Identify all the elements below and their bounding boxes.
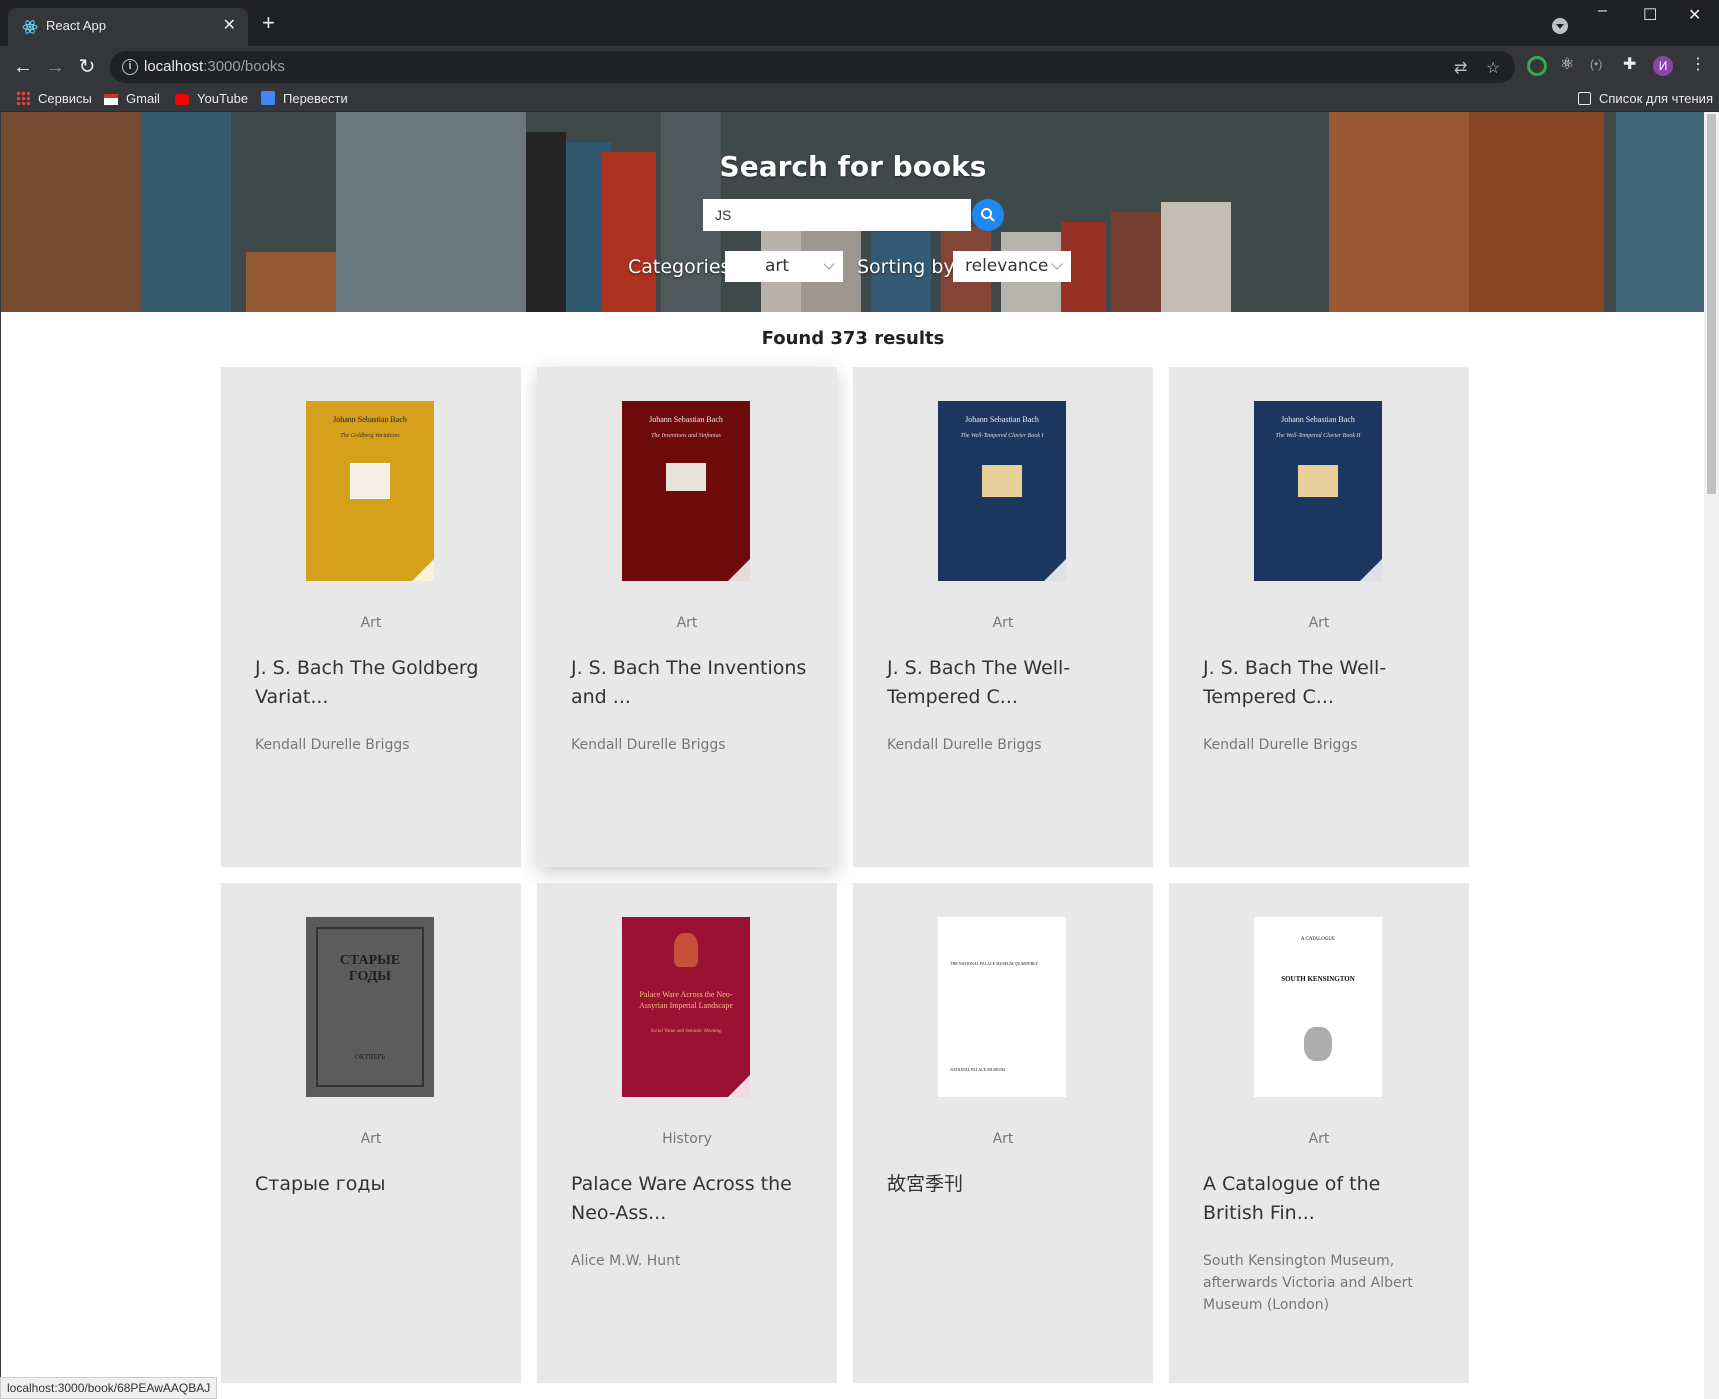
book-author: Kendall Durelle Briggs: [255, 737, 410, 753]
address-bar[interactable]: i localhost:3000/books ⇄ ☆: [110, 51, 1515, 83]
book-card[interactable]: Johann Sebastian Bach The Goldberg Varia…: [221, 367, 521, 867]
hero-banner: Search for books Categories art Sorting …: [1, 112, 1704, 312]
gmail-icon: [104, 94, 118, 105]
book-cover: Palace Ware Across the Neo-Assyrian Impe…: [622, 917, 750, 1097]
book-author: Alice M.W. Hunt: [571, 1253, 681, 1269]
browser-toolbar: ← → ↻ i localhost:3000/books ⇄ ☆ ⚛ (•) ✚…: [0, 46, 1719, 88]
profile-avatar[interactable]: И: [1653, 56, 1673, 76]
bookmark-youtube[interactable]: YouTube: [175, 91, 248, 106]
book-card[interactable]: Johann Sebastian Bach The Inventions and…: [537, 367, 837, 867]
sorting-label: Sorting by: [857, 256, 955, 278]
page-content: Search for books Categories art Sorting …: [0, 112, 1704, 1399]
book-category: Art: [1308, 615, 1330, 631]
book-cover: СТАРЫЕ ГОДЫ ОКТЯБРЬ: [306, 917, 434, 1097]
results-count: Found 373 results: [761, 328, 945, 349]
book-author: Kendall Durelle Briggs: [571, 737, 726, 753]
maximize-icon[interactable]: ☐: [1643, 5, 1657, 25]
book-card[interactable]: СТАРЫЕ ГОДЫ ОКТЯБРЬ Art Старые годы: [221, 883, 521, 1383]
book-title: J. S. Bach The Well-Tempered C...: [887, 657, 1071, 708]
book-title: Старые годы: [255, 1173, 386, 1195]
page-scrollbar[interactable]: [1704, 112, 1719, 1399]
menu-kebab-icon[interactable]: ⋮: [1690, 54, 1710, 74]
bookmark-services[interactable]: Сервисы: [16, 91, 92, 106]
reading-list-icon: [1578, 92, 1591, 105]
book-cover: Johann Sebastian Bach The Goldberg Varia…: [306, 401, 434, 581]
book-card[interactable]: Palace Ware Across the Neo-Assyrian Impe…: [537, 883, 837, 1383]
book-title: 故宮季刊: [887, 1173, 964, 1195]
close-tab-icon[interactable]: ✕: [223, 16, 236, 36]
book-category: History: [662, 1131, 712, 1147]
translate-page-icon[interactable]: ⇄: [1454, 58, 1467, 78]
book-title: Palace Ware Across the Neo-Ass...: [571, 1173, 792, 1224]
book-cover: Johann Sebastian Bach The Inventions and…: [622, 401, 750, 581]
chevron-down-icon: [823, 258, 835, 270]
close-window-icon[interactable]: ✕: [1688, 5, 1701, 25]
book-author: Kendall Durelle Briggs: [887, 737, 1042, 753]
book-card[interactable]: Johann Sebastian Bach The Well-Tempered …: [1169, 367, 1469, 867]
book-card[interactable]: A CATALOGUE SOUTH KENSINGTON Art A Catal…: [1169, 883, 1469, 1383]
extension-react-icon[interactable]: ⚛: [1560, 54, 1580, 74]
sorting-select[interactable]: relevance: [953, 251, 1071, 282]
tab-react-app[interactable]: React App ✕: [8, 8, 248, 46]
book-card[interactable]: Johann Sebastian Bach The Well-Tempered …: [853, 367, 1153, 867]
book-cover: A CATALOGUE SOUTH KENSINGTON: [1254, 917, 1382, 1097]
search-input[interactable]: [703, 199, 971, 231]
book-cover: Johann Sebastian Bach The Well-Tempered …: [938, 401, 1066, 581]
bookmarks-bar: Сервисы Gmail YouTube Перевести Список д…: [0, 88, 1719, 112]
extensions-puzzle-icon[interactable]: ✚: [1623, 54, 1643, 74]
reading-list[interactable]: Список для чтения: [1578, 91, 1713, 106]
tab-strip: React App ✕ + – ☐ ✕: [0, 0, 1719, 46]
browser-window: React App ✕ + – ☐ ✕ ← → ↻ i localhost:30…: [0, 0, 1719, 1399]
book-category: Art: [992, 1131, 1014, 1147]
minimize-icon[interactable]: –: [1598, 2, 1607, 20]
bookmark-gmail[interactable]: Gmail: [104, 91, 160, 106]
scrollbar-thumb[interactable]: [1707, 114, 1716, 494]
status-bar-url: localhost:3000/book/68PEAwAAQBAJ: [0, 1377, 218, 1399]
search-icon: [981, 208, 995, 222]
page-title: Search for books: [719, 150, 987, 183]
reload-icon[interactable]: ↻: [74, 54, 100, 80]
category-value: art: [765, 256, 790, 276]
bookmark-translate[interactable]: Перевести: [261, 91, 348, 106]
book-author: South Kensington Museum, afterwards Vict…: [1203, 1253, 1413, 1313]
book-category: Art: [992, 615, 1014, 631]
book-title: J. S. Bach The Well-Tempered C...: [1203, 657, 1387, 708]
book-title: J. S. Bach The Inventions and ...: [571, 657, 807, 708]
site-info-icon[interactable]: i: [122, 59, 138, 75]
tab-search-icon[interactable]: [1552, 18, 1568, 34]
book-author: Kendall Durelle Briggs: [1203, 737, 1358, 753]
url-text: localhost:3000/books: [144, 58, 285, 75]
translate-icon: [261, 91, 275, 105]
react-icon: [22, 20, 38, 34]
category-select[interactable]: art: [725, 251, 843, 282]
extension-green-icon[interactable]: [1527, 56, 1547, 76]
book-cover: Johann Sebastian Bach The Well-Tempered …: [1254, 401, 1382, 581]
book-title: J. S. Bach The Goldberg Variat...: [255, 657, 479, 708]
book-category: Art: [360, 615, 382, 631]
new-tab-button[interactable]: +: [262, 12, 275, 34]
youtube-icon: [175, 94, 189, 105]
book-card[interactable]: THE NATIONAL PALACE MUSEUM QUARTERLY NAT…: [853, 883, 1153, 1383]
sorting-value: relevance: [965, 256, 1049, 276]
back-arrow-icon[interactable]: ←: [10, 54, 36, 80]
book-category: Art: [1308, 1131, 1330, 1147]
apps-grid-icon: [16, 91, 30, 105]
book-title: A Catalogue of the British Fin...: [1203, 1173, 1381, 1224]
categories-label: Categories: [628, 256, 731, 278]
extension-broadcast-icon[interactable]: (•): [1590, 57, 1610, 77]
bookmark-star-icon[interactable]: ☆: [1486, 58, 1500, 78]
book-category: Art: [676, 615, 698, 631]
chevron-down-icon: [1051, 258, 1063, 270]
book-category: Art: [360, 1131, 382, 1147]
tab-title: React App: [46, 18, 106, 33]
search-button[interactable]: [972, 199, 1004, 231]
book-cover: THE NATIONAL PALACE MUSEUM QUARTERLY NAT…: [938, 917, 1066, 1097]
forward-arrow-icon[interactable]: →: [42, 54, 68, 80]
